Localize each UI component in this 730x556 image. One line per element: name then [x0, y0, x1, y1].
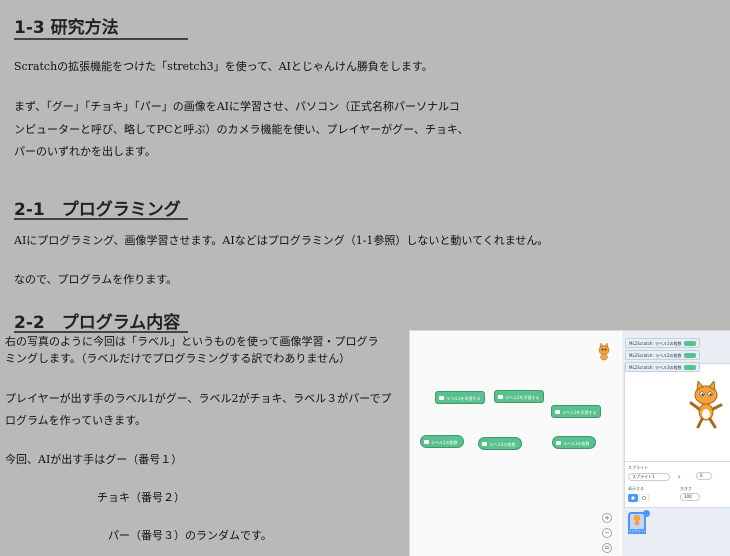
paragraph-line: パーのいずれかを出します。 [14, 145, 156, 158]
label-2-count-reporter[interactable]: ラベル2の枚数 [478, 437, 522, 450]
heading-underline [14, 38, 188, 40]
variable-monitor: ML2Scratch: ラベル1の枚数 [625, 338, 700, 348]
paragraph-line: まず、「グー」「チョキ」「パー」の画像をAIに学習させ、パソコン（正式名称パーソ… [14, 100, 460, 113]
sprite-label: スプライト [628, 465, 648, 470]
zoom-out-button[interactable]: − [602, 528, 612, 538]
label-3-count-reporter[interactable]: ラベル3の枚数 [552, 436, 596, 449]
paragraph-line: チョキ（番号２） [97, 491, 185, 504]
delete-sprite-icon[interactable] [643, 510, 650, 517]
sprite-cat-thumb-icon [633, 515, 641, 526]
x-input[interactable]: 0 [696, 472, 712, 480]
size-input[interactable]: 100 [680, 493, 700, 501]
heading-underline [14, 218, 188, 220]
sprite-cat-icon [598, 343, 610, 361]
ml-extension-icon [498, 395, 503, 399]
paragraph: AIにプログラミング、画像学習させます。AIなどはプログラミング（1-1参照）し… [14, 234, 549, 247]
paragraph-line: ミングします。（ラベルだけでプログラミングする訳でわありません） [5, 352, 351, 365]
learn-label-3-block[interactable]: ラベル3を学習する [551, 405, 601, 418]
monitor-value [684, 341, 696, 346]
sprite-name-input[interactable]: スプライト1 [628, 473, 670, 481]
paragraph-line: 今回、AIが出す手はグー（番号１） [5, 453, 183, 466]
ml-extension-icon [482, 442, 487, 446]
heading-2-1: 2-1 プログラミング [14, 200, 181, 220]
ml-extension-icon [556, 441, 561, 445]
heading-1-3: 1-3 研究方法 [14, 18, 119, 38]
size-label: 大きさ [680, 486, 692, 491]
zoom-reset-button[interactable]: = [602, 543, 612, 553]
paragraph-line: ンピューターと呼び、略してPCと呼ぶ）のカメラ機能を使い、プレイヤーがグー、チョ… [14, 123, 469, 136]
visibility-toggle[interactable] [628, 494, 650, 502]
paragraph: Scratchの拡張機能をつけた「stretch3」を使って、AIとじゃんけん勝… [14, 60, 433, 73]
paragraph-line: ログラムを作っていきます。 [5, 414, 147, 427]
ml-extension-icon [555, 410, 560, 414]
scratch-editor-screenshot: ラベル1を学習する ラベル2を学習する ラベル3を学習する ラベル1の枚数 ラベ… [409, 330, 730, 556]
show-label: 表示する [628, 486, 644, 491]
variable-monitor: ML2Scratch: ラベル2の枚数 [625, 350, 700, 360]
ml-extension-icon [424, 440, 429, 444]
monitor-value [684, 353, 696, 358]
label-1-count-reporter[interactable]: ラベル1の枚数 [420, 435, 464, 448]
x-label: x [678, 474, 681, 479]
ml-extension-icon [439, 396, 444, 400]
paragraph-line: パー（番号３）のランダムです。 [108, 529, 272, 542]
learn-label-1-block[interactable]: ラベル1を学習する [435, 391, 485, 404]
zoom-in-button[interactable]: + [602, 513, 612, 523]
learn-label-2-block[interactable]: ラベル2を学習する [494, 390, 544, 403]
scratch-cat-icon [689, 381, 723, 429]
variable-monitor: ML2Scratch: ラベル3の枚数 [625, 362, 700, 372]
sprite-thumb-label: スプライト1 [628, 529, 646, 534]
monitor-value [684, 365, 696, 370]
paragraph: なので、プログラムを作ります。 [14, 273, 178, 286]
